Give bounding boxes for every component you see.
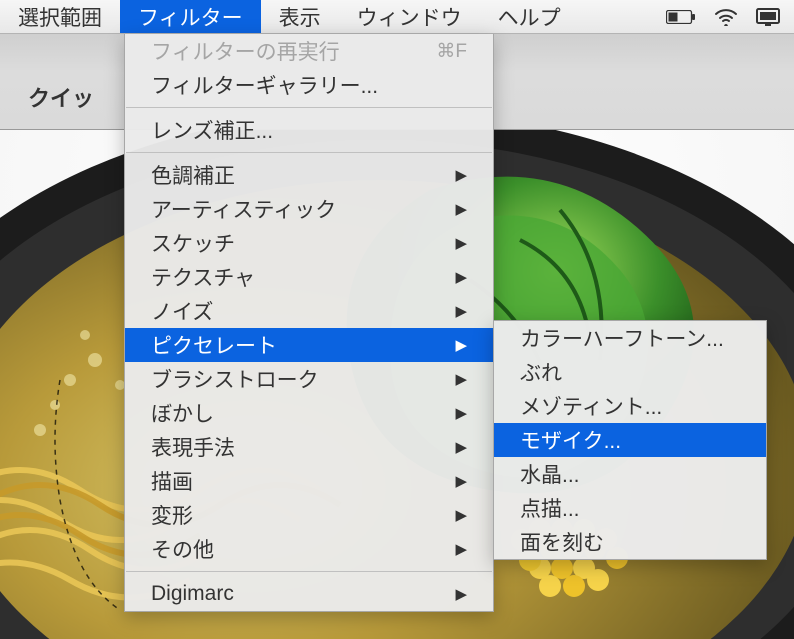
menu-item[interactable]: 表現手法 ▶ [125, 430, 493, 464]
menu-item-label: その他 [151, 534, 214, 564]
menu-item-label: ぼかし [151, 398, 214, 428]
menu-item-shortcut: ⌘F [436, 40, 467, 63]
submenu-arrow-icon: ▶ [455, 166, 467, 184]
menu-item[interactable]: ぼかし ▶ [125, 396, 493, 430]
menu-item-label: 描画 [151, 466, 193, 496]
menu-item-label: 変形 [151, 500, 193, 530]
toolbar-label: クイッ [0, 81, 94, 129]
submenu-item[interactable]: 点描... [494, 491, 766, 525]
menu-item[interactable]: 描画 ▶ [125, 464, 493, 498]
submenu-arrow-icon: ▶ [455, 506, 467, 524]
menu-item[interactable]: 変形 ▶ [125, 498, 493, 532]
pixelate-submenu: カラーハーフトーン... ぶれメゾティント... モザイク... 水晶... 点描...… [493, 320, 767, 560]
menu-item[interactable]: レンズ補正... [125, 113, 493, 147]
menu-separator [126, 571, 492, 572]
menu-item-label: テクスチャ [151, 262, 255, 292]
submenu-item-label: ぶれ [520, 357, 562, 387]
menu-item-label: ノイズ [151, 296, 213, 326]
submenu-arrow-icon: ▶ [455, 200, 467, 218]
menu-help[interactable]: ヘルプ [480, 0, 579, 33]
menu-filter[interactable]: フィルター [120, 0, 261, 33]
menu-item[interactable]: その他 ▶ [125, 532, 493, 566]
menubar: 選択範囲 フィルター 表示 ウィンドウ ヘルプ [0, 0, 794, 34]
menu-item-label: フィルターの再実行 [151, 36, 340, 66]
submenu-item-label: 水晶... [520, 459, 580, 489]
menu-label: ウィンドウ [357, 2, 462, 32]
menu-item-label: ピクセレート [151, 330, 277, 360]
menu-separator [126, 107, 492, 108]
submenu-arrow-icon: ▶ [455, 268, 467, 286]
menu-item[interactable]: ピクセレート ▶ [125, 328, 493, 362]
submenu-arrow-icon: ▶ [455, 302, 467, 320]
menu-window[interactable]: ウィンドウ [339, 0, 480, 33]
menu-label: ヘルプ [498, 2, 561, 32]
submenu-arrow-icon: ▶ [455, 540, 467, 558]
menu-item-label: 表現手法 [151, 432, 235, 462]
submenu-arrow-icon: ▶ [455, 336, 467, 354]
menu-label: 表示 [279, 2, 321, 32]
menubar-status-area [666, 8, 794, 26]
display-icon [756, 8, 780, 26]
submenu-arrow-icon: ▶ [455, 404, 467, 422]
submenu-arrow-icon: ▶ [455, 585, 467, 603]
menu-separator [126, 152, 492, 153]
menu-item-label: Digimarc [151, 582, 234, 606]
submenu-item-label: メゾティント... [520, 391, 662, 421]
submenu-arrow-icon: ▶ [455, 472, 467, 490]
menu-item-label: フィルターギャラリー... [151, 70, 378, 100]
menu-item-label: 色調補正 [151, 160, 235, 190]
submenu-item[interactable]: カラーハーフトーン... [494, 321, 766, 355]
menu-item[interactable]: ブラシストローク ▶ [125, 362, 493, 396]
submenu-item-label: 点描... [520, 493, 580, 523]
menu-item[interactable]: ノイズ ▶ [125, 294, 493, 328]
submenu-item[interactable]: モザイク... [494, 423, 766, 457]
submenu-item-label: カラーハーフトーン... [520, 323, 724, 353]
menu-item[interactable]: アーティスティック ▶ [125, 192, 493, 226]
submenu-item[interactable]: 水晶... [494, 457, 766, 491]
menu-item: フィルターの再実行 ⌘F [125, 34, 493, 68]
menu-label: 選択範囲 [18, 2, 102, 32]
submenu-item[interactable]: ぶれ [494, 355, 766, 389]
filter-dropdown: フィルターの再実行⌘Fフィルターギャラリー...レンズ補正...色調補正▶アーテ… [124, 34, 494, 612]
menu-item[interactable]: スケッチ ▶ [125, 226, 493, 260]
menu-item[interactable]: Digimarc ▶ [125, 577, 493, 611]
menu-item-label: レンズ補正... [151, 115, 273, 145]
submenu-arrow-icon: ▶ [455, 234, 467, 252]
menu-view[interactable]: 表示 [261, 0, 339, 33]
submenu-item-label: モザイク... [520, 425, 621, 455]
menu-item-label: ブラシストローク [151, 364, 319, 394]
submenu-arrow-icon: ▶ [455, 438, 467, 456]
submenu-arrow-icon: ▶ [455, 370, 467, 388]
menu-select-range[interactable]: 選択範囲 [0, 0, 120, 33]
menu-item-label: アーティスティック [151, 194, 336, 224]
submenu-item[interactable]: 面を刻む [494, 525, 766, 559]
battery-icon [666, 10, 696, 24]
menu-item[interactable]: 色調補正 ▶ [125, 158, 493, 192]
menu-item[interactable]: テクスチャ ▶ [125, 260, 493, 294]
submenu-item[interactable]: メゾティント... [494, 389, 766, 423]
menu-item-label: スケッチ [151, 228, 235, 258]
menu-item[interactable]: フィルターギャラリー... [125, 68, 493, 102]
submenu-item-label: 面を刻む [520, 527, 604, 557]
wifi-icon [714, 8, 738, 26]
menu-label: フィルター [138, 2, 243, 32]
